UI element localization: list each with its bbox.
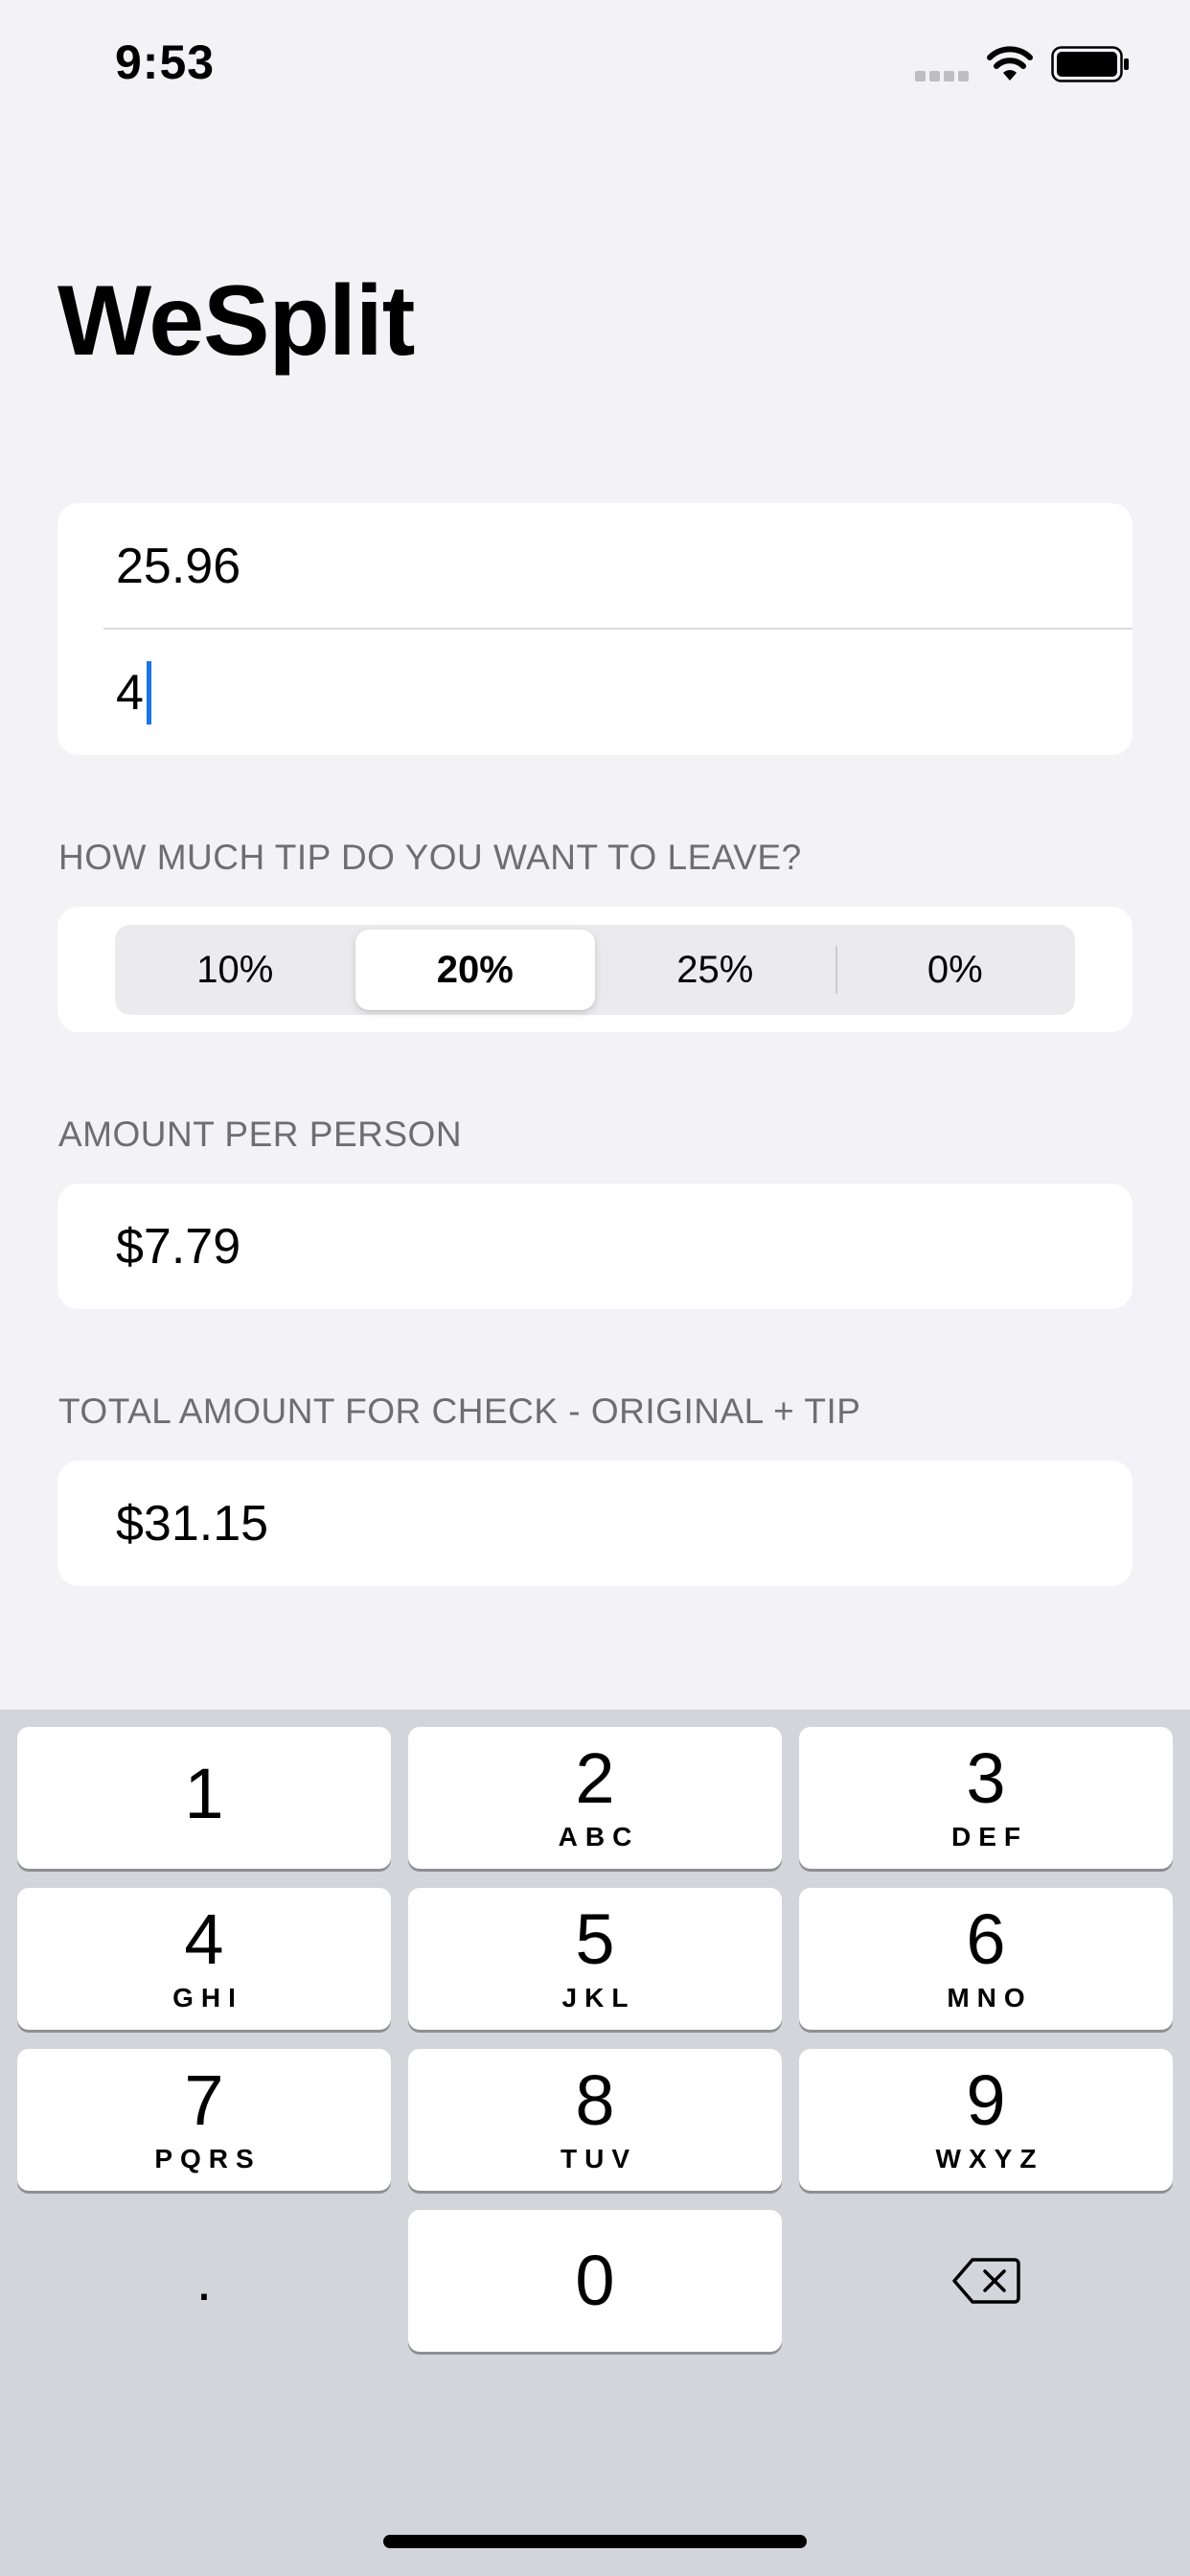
total-section-header: TOTAL AMOUNT FOR CHECK - ORIGINAL + TIP [58, 1392, 861, 1431]
key-7[interactable]: 7 PQRS [17, 2049, 391, 2191]
tip-option-20[interactable]: 20% [355, 930, 595, 1010]
key-letters: TUV [561, 2144, 637, 2174]
page-title: WeSplit [57, 265, 415, 377]
delete-key[interactable] [799, 2210, 1173, 2352]
key-digit: 9 [966, 2060, 1006, 2140]
key-letters: WXYZ [935, 2144, 1044, 2174]
key-2[interactable]: 2 ABC [408, 1727, 782, 1869]
number-of-people-field[interactable]: 4 [57, 630, 1133, 755]
number-of-people-value: 4 [116, 664, 144, 721]
key-digit: 8 [575, 2060, 615, 2140]
tip-option-label: 25% [676, 948, 754, 991]
key-6[interactable]: 6 MNO [799, 1888, 1173, 2030]
cellular-signal-icon [915, 71, 969, 81]
key-5[interactable]: 5 JKL [408, 1888, 782, 2030]
tip-option-0[interactable]: 0% [835, 925, 1076, 1015]
text-caret [146, 660, 151, 724]
check-amount-value: 25.96 [116, 538, 241, 594]
numeric-keypad: 1 2 ABC 3 DEF 4 GHI 5 JKL 6 MNO 7 PQRS 8… [0, 1710, 1190, 2576]
key-digit: 3 [966, 1738, 1006, 1818]
battery-icon [1051, 46, 1129, 82]
total-amount: $31.15 [116, 1495, 269, 1552]
tip-option-label: 20% [436, 948, 514, 991]
key-letters: DEF [951, 1822, 1028, 1852]
key-letters: GHI [172, 1983, 243, 2012]
key-0[interactable]: 0 [408, 2210, 782, 2352]
check-amount-field[interactable]: 25.96 [57, 503, 1133, 629]
tip-option-label: 0% [927, 948, 983, 991]
key-digit: 1 [184, 1754, 224, 1833]
total-card: $31.15 [57, 1460, 1133, 1586]
key-9[interactable]: 9 WXYZ [799, 2049, 1173, 2191]
key-digit: 0 [575, 2241, 615, 2320]
input-card: 25.96 4 [57, 503, 1133, 755]
per-person-amount: $7.79 [116, 1218, 241, 1275]
key-letters: MNO [947, 1983, 1033, 2012]
key-decimal-label: . [195, 2248, 213, 2312]
key-digit: 5 [575, 1899, 615, 1979]
key-digit: 4 [184, 1899, 224, 1979]
key-4[interactable]: 4 GHI [17, 1888, 391, 2030]
tip-section-header: HOW MUCH TIP DO YOU WANT TO LEAVE? [58, 838, 802, 877]
tip-option-label: 10% [196, 948, 274, 991]
tip-percentage-picker: 10% 20% 25% 0% [115, 925, 1075, 1015]
key-3[interactable]: 3 DEF [799, 1727, 1173, 1869]
key-1[interactable]: 1 [17, 1727, 391, 1869]
key-letters: PQRS [154, 2144, 262, 2174]
status-time: 9:53 [115, 35, 216, 89]
key-8[interactable]: 8 TUV [408, 2049, 782, 2191]
home-indicator[interactable] [383, 2535, 807, 2548]
key-decimal[interactable]: . [17, 2210, 391, 2352]
tip-option-10[interactable]: 10% [115, 925, 355, 1015]
delete-backspace-icon [952, 2258, 1020, 2304]
key-digit: 6 [966, 1899, 1006, 1979]
tip-option-25[interactable]: 25% [595, 925, 835, 1015]
tip-card: 10% 20% 25% 0% [57, 907, 1133, 1032]
wifi-icon [987, 46, 1033, 80]
key-digit: 2 [575, 1738, 615, 1818]
per-person-card: $7.79 [57, 1184, 1133, 1309]
key-letters: JKL [561, 1983, 636, 2012]
status-bar: 9:53 [0, 0, 1190, 134]
key-letters: ABC [558, 1822, 640, 1852]
segment-divider [835, 946, 837, 994]
key-digit: 7 [184, 2060, 224, 2140]
per-person-section-header: AMOUNT PER PERSON [58, 1115, 463, 1154]
